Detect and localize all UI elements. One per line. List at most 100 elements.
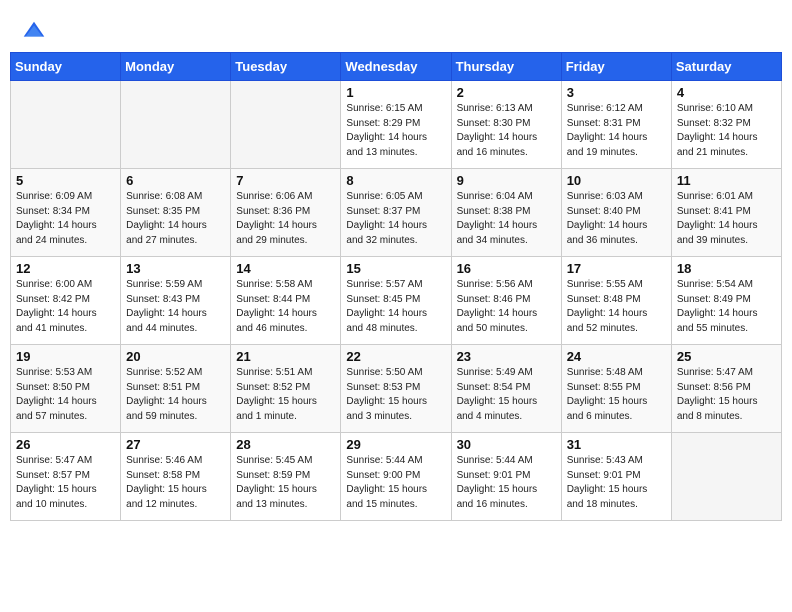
calendar-cell: 20Sunrise: 5:52 AM Sunset: 8:51 PM Dayli… — [121, 345, 231, 433]
calendar-cell: 17Sunrise: 5:55 AM Sunset: 8:48 PM Dayli… — [561, 257, 671, 345]
day-number: 5 — [16, 173, 115, 188]
day-number: 7 — [236, 173, 335, 188]
logo-icon — [20, 18, 48, 46]
col-header-saturday: Saturday — [671, 53, 781, 81]
calendar-cell: 9Sunrise: 6:04 AM Sunset: 8:38 PM Daylig… — [451, 169, 561, 257]
day-info: Sunrise: 5:45 AM Sunset: 8:59 PM Dayligh… — [236, 454, 335, 512]
week-row-3: 12 Sunrise: 6:00 AM Sunset: 8:42 PM Dayli… — [11, 257, 782, 345]
day-info: Sunrise: 6:00 AM Sunset: 8:42 PM Dayligh… — [16, 278, 115, 336]
day-number: 16 — [457, 261, 556, 276]
day-number: 20 — [126, 349, 225, 364]
col-header-friday: Friday — [561, 53, 671, 81]
day-info: Sunrise: 5:58 AM Sunset: 8:44 PM Dayligh… — [236, 278, 335, 336]
day-info: Sunrise: 6:08 AM Sunset: 8:35 PM Dayligh… — [126, 190, 225, 248]
day-info: Sunrise: 5:50 AM Sunset: 8:53 PM Dayligh… — [346, 366, 445, 424]
calendar-cell: 25 Sunrise: 5:47 AM Sunset: 8:56 PM Dayli… — [671, 345, 781, 433]
day-number: 23 — [457, 349, 556, 364]
calendar-cell — [231, 81, 341, 169]
day-number: 26 — [16, 437, 115, 452]
calendar-cell: 12 Sunrise: 6:00 AM Sunset: 8:42 PM Dayli… — [11, 257, 121, 345]
col-header-wednesday: Wednesday — [341, 53, 451, 81]
day-number: 29 — [346, 437, 445, 452]
day-number: 24 — [567, 349, 666, 364]
calendar-cell: 22 Sunrise: 5:50 AM Sunset: 8:53 PM Dayli… — [341, 345, 451, 433]
day-number: 19 — [16, 349, 115, 364]
calendar-cell — [671, 433, 781, 521]
week-row-2: 5 Sunrise: 6:09 AM Sunset: 8:34 PM Daylig… — [11, 169, 782, 257]
calendar-cell: 8 Sunrise: 6:05 AM Sunset: 8:37 PM Daylig… — [341, 169, 451, 257]
calendar-cell: 3Sunrise: 6:12 AM Sunset: 8:31 PM Daylig… — [561, 81, 671, 169]
calendar-cell: 13 Sunrise: 5:59 AM Sunset: 8:43 PM Dayli… — [121, 257, 231, 345]
day-number: 18 — [677, 261, 776, 276]
day-info: Sunrise: 5:43 AM Sunset: 9:01 PM Dayligh… — [567, 454, 666, 512]
calendar-cell: 26 Sunrise: 5:47 AM Sunset: 8:57 PM Dayli… — [11, 433, 121, 521]
day-number: 17 — [567, 261, 666, 276]
day-info: Sunrise: 5:46 AM Sunset: 8:58 PM Dayligh… — [126, 454, 225, 512]
page-header — [10, 10, 782, 52]
calendar-cell: 27 Sunrise: 5:46 AM Sunset: 8:58 PM Dayli… — [121, 433, 231, 521]
day-info: Sunrise: 6:09 AM Sunset: 8:34 PM Dayligh… — [16, 190, 115, 248]
calendar-cell: 7 Sunrise: 6:06 AM Sunset: 8:36 PM Daylig… — [231, 169, 341, 257]
day-number: 31 — [567, 437, 666, 452]
day-number: 4 — [677, 85, 776, 100]
day-info: Sunrise: 6:01 AM Sunset: 8:41 PM Dayligh… — [677, 190, 776, 248]
day-number: 6 — [126, 173, 225, 188]
day-info: Sunrise: 5:57 AM Sunset: 8:45 PM Dayligh… — [346, 278, 445, 336]
calendar-cell: 6 Sunrise: 6:08 AM Sunset: 8:35 PM Daylig… — [121, 169, 231, 257]
day-number: 12 — [16, 261, 115, 276]
calendar-cell: 23 Sunrise: 5:49 AM Sunset: 8:54 PM Dayli… — [451, 345, 561, 433]
calendar-cell: 24 Sunrise: 5:48 AM Sunset: 8:55 PM Dayli… — [561, 345, 671, 433]
calendar-cell: 30 Sunrise: 5:44 AM Sunset: 9:01 PM Dayli… — [451, 433, 561, 521]
calendar-cell: 15 Sunrise: 5:57 AM Sunset: 8:45 PM Dayli… — [341, 257, 451, 345]
day-number: 30 — [457, 437, 556, 452]
col-header-monday: Monday — [121, 53, 231, 81]
day-number: 8 — [346, 173, 445, 188]
day-number: 22 — [346, 349, 445, 364]
day-info: Sunrise: 5:47 AM Sunset: 8:56 PM Dayligh… — [677, 366, 776, 424]
day-info: Sunrise: 5:59 AM Sunset: 8:43 PM Dayligh… — [126, 278, 225, 336]
calendar-table: SundayMondayTuesdayWednesdayThursdayFrid… — [10, 52, 782, 521]
calendar-cell: 4 Sunrise: 6:10 AM Sunset: 8:32 PM Daylig… — [671, 81, 781, 169]
day-number: 9 — [457, 173, 556, 188]
day-info: Sunrise: 6:15 AM Sunset: 8:29 PM Dayligh… — [346, 102, 445, 160]
day-info: Sunrise: 6:12 AM Sunset: 8:31 PM Dayligh… — [567, 102, 666, 160]
calendar-cell: 16 Sunrise: 5:56 AM Sunset: 8:46 PM Dayli… — [451, 257, 561, 345]
day-info: Sunrise: 6:05 AM Sunset: 8:37 PM Dayligh… — [346, 190, 445, 248]
day-info: Sunrise: 6:03 AM Sunset: 8:40 PM Dayligh… — [567, 190, 666, 248]
day-number: 13 — [126, 261, 225, 276]
col-header-thursday: Thursday — [451, 53, 561, 81]
day-info: Sunrise: 5:51 AM Sunset: 8:52 PM Dayligh… — [236, 366, 335, 424]
day-info: Sunrise: 6:13 AM Sunset: 8:30 PM Dayligh… — [457, 102, 556, 160]
day-number: 25 — [677, 349, 776, 364]
calendar-cell: 31 Sunrise: 5:43 AM Sunset: 9:01 PM Dayli… — [561, 433, 671, 521]
col-header-sunday: Sunday — [11, 53, 121, 81]
day-info: Sunrise: 5:47 AM Sunset: 8:57 PM Dayligh… — [16, 454, 115, 512]
calendar-cell: 11 Sunrise: 6:01 AM Sunset: 8:41 PM Dayli… — [671, 169, 781, 257]
day-number: 11 — [677, 173, 776, 188]
calendar-cell: 14 Sunrise: 5:58 AM Sunset: 8:44 PM Dayli… — [231, 257, 341, 345]
day-info: Sunrise: 5:49 AM Sunset: 8:54 PM Dayligh… — [457, 366, 556, 424]
day-info: Sunrise: 5:44 AM Sunset: 9:01 PM Dayligh… — [457, 454, 556, 512]
day-info: Sunrise: 5:56 AM Sunset: 8:46 PM Dayligh… — [457, 278, 556, 336]
day-info: Sunrise: 6:06 AM Sunset: 8:36 PM Dayligh… — [236, 190, 335, 248]
day-info: Sunrise: 5:48 AM Sunset: 8:55 PM Dayligh… — [567, 366, 666, 424]
day-number: 10 — [567, 173, 666, 188]
calendar-cell: 1 Sunrise: 6:15 AM Sunset: 8:29 PM Daylig… — [341, 81, 451, 169]
day-number: 14 — [236, 261, 335, 276]
week-row-5: 26 Sunrise: 5:47 AM Sunset: 8:57 PM Dayli… — [11, 433, 782, 521]
day-number: 28 — [236, 437, 335, 452]
day-info: Sunrise: 6:10 AM Sunset: 8:32 PM Dayligh… — [677, 102, 776, 160]
day-number: 1 — [346, 85, 445, 100]
week-row-4: 19Sunrise: 5:53 AM Sunset: 8:50 PM Dayli… — [11, 345, 782, 433]
day-number: 15 — [346, 261, 445, 276]
day-info: Sunrise: 5:44 AM Sunset: 9:00 PM Dayligh… — [346, 454, 445, 512]
calendar-cell: 19Sunrise: 5:53 AM Sunset: 8:50 PM Dayli… — [11, 345, 121, 433]
calendar-header-row: SundayMondayTuesdayWednesdayThursdayFrid… — [11, 53, 782, 81]
week-row-1: 1 Sunrise: 6:15 AM Sunset: 8:29 PM Daylig… — [11, 81, 782, 169]
calendar-cell: 10 Sunrise: 6:03 AM Sunset: 8:40 PM Dayli… — [561, 169, 671, 257]
col-header-tuesday: Tuesday — [231, 53, 341, 81]
calendar-cell: 28 Sunrise: 5:45 AM Sunset: 8:59 PM Dayli… — [231, 433, 341, 521]
day-number: 27 — [126, 437, 225, 452]
day-number: 2 — [457, 85, 556, 100]
calendar-cell: 5 Sunrise: 6:09 AM Sunset: 8:34 PM Daylig… — [11, 169, 121, 257]
